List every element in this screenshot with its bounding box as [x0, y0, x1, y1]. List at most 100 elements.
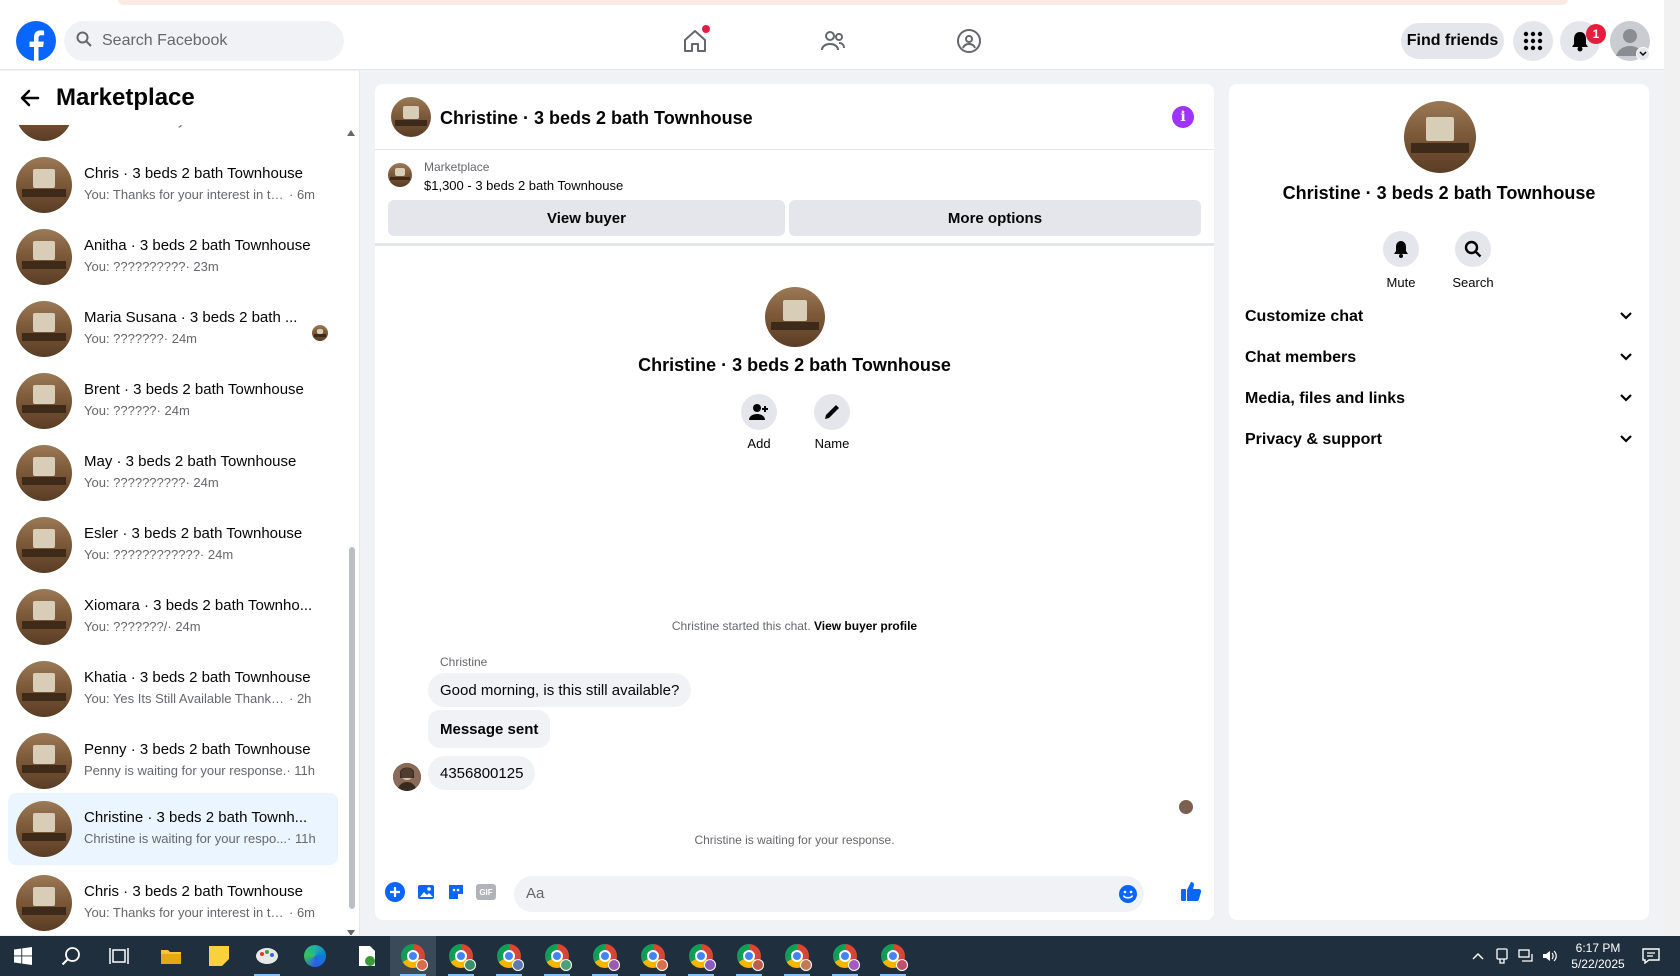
device-tray-icon[interactable]	[1492, 936, 1512, 976]
document-app-icon[interactable]	[344, 936, 390, 976]
show-hidden-icons-chevron-icon[interactable]	[1468, 936, 1488, 976]
message-input[interactable]: Aa	[514, 876, 1144, 912]
paint-app-icon[interactable]	[244, 936, 290, 976]
search-action[interactable]: Search	[1443, 231, 1503, 290]
scroll-up-arrow-icon[interactable]	[347, 123, 355, 141]
facebook-logo[interactable]	[16, 21, 56, 61]
sticker-icon[interactable]	[445, 881, 467, 903]
listing-thumbnail	[16, 733, 72, 789]
notification-center-icon[interactable]	[1636, 936, 1666, 976]
name-label: Name	[814, 436, 850, 451]
conversation-row[interactable]: Brent · 3 beds 2 bath Townhouse You: ???…	[8, 367, 338, 435]
conversation-row[interactable]: Anitha · 3 beds 2 bath Townhouse You: ??…	[8, 223, 338, 291]
add-people-action[interactable]: Add	[729, 394, 789, 451]
account-chevron-icon[interactable]	[1636, 47, 1650, 61]
chrome-profile-4-icon[interactable]	[534, 936, 580, 976]
conversation-row[interactable]: Maria Susana · 3 beds 2 bath ... You: ??…	[8, 295, 338, 363]
pencil-icon[interactable]	[814, 394, 850, 430]
message-bubble[interactable]: 4356800125	[428, 756, 536, 790]
windows-taskbar: 6:17 PM 5/22/2025	[0, 936, 1680, 976]
chrome-profile-11-icon[interactable]	[870, 936, 916, 976]
conversation-row[interactable]: May · 3 beds 2 bath Townhouse You: ?????…	[8, 439, 338, 507]
add-person-icon[interactable]	[741, 394, 777, 430]
sender-avatar[interactable]	[393, 763, 421, 791]
more-options-button[interactable]: More options	[789, 200, 1201, 236]
chrome-profile-8-icon[interactable]	[726, 936, 772, 976]
listing-thumbnail	[16, 445, 72, 501]
listing-thumbnail	[16, 229, 72, 285]
customize-chat-section[interactable]: Customize chat	[1245, 297, 1633, 337]
conversation-preview: You: Thanks for your interest in the...	[84, 187, 289, 202]
chrome-profile-2-icon[interactable]	[438, 936, 484, 976]
edge-browser-icon[interactable]	[292, 936, 338, 976]
conversation-time: · 11h	[286, 763, 315, 778]
scroll-down-arrow-icon[interactable]	[347, 923, 355, 935]
search-icon	[76, 31, 92, 52]
details-avatar[interactable]	[1404, 101, 1476, 173]
privacy-support-section[interactable]: Privacy & support	[1245, 420, 1633, 460]
chrome-profile-5-icon[interactable]	[582, 936, 628, 976]
conversation-row[interactable]: Chris · 3 beds 2 bath Townhouse You: Tha…	[8, 869, 338, 935]
menu-grid-icon[interactable]	[1513, 21, 1553, 61]
network-icon[interactable]	[1516, 936, 1536, 976]
sidebar-scrollbar-thumb[interactable]	[349, 547, 355, 909]
view-buyer-button[interactable]: View buyer	[388, 200, 785, 236]
home-notification-dot	[702, 25, 710, 33]
seen-avatar	[312, 325, 328, 341]
conversation-row[interactable]: Esler · 3 beds 2 bath Townhouse You: ???…	[8, 511, 338, 579]
chrome-profile-10-icon[interactable]	[822, 936, 868, 976]
info-icon[interactable]: i	[1172, 106, 1194, 128]
chrome-profile-9-icon[interactable]	[774, 936, 820, 976]
message-bubble[interactable]: Good morning, is this still available?	[428, 673, 692, 707]
chat-members-section[interactable]: Chat members	[1245, 338, 1633, 378]
listing-detail[interactable]: $1,300 - 3 beds 2 bath Townhouse	[424, 178, 623, 193]
listing-thumbnail	[16, 801, 72, 857]
message-bubble[interactable]: Message sent	[428, 710, 551, 748]
conversation-avatar[interactable]	[391, 97, 431, 137]
view-buyer-profile-link[interactable]: View buyer profile	[814, 619, 917, 633]
page-scrollbar[interactable]	[1664, 0, 1680, 936]
task-view-icon[interactable]	[96, 936, 142, 976]
bell-icon[interactable]	[1383, 231, 1419, 267]
photo-icon[interactable]	[415, 881, 437, 903]
media-files-links-section[interactable]: Media, files and links	[1245, 379, 1633, 419]
conversation-preview-line: Christine is waiting for your respo...· …	[84, 831, 324, 846]
conversation-time: · 11h	[287, 831, 316, 846]
search-box[interactable]: Search Facebook	[64, 21, 344, 61]
conversation-preview: You: ???????/	[84, 619, 168, 634]
thumbs-up-icon[interactable]	[1179, 879, 1203, 903]
chrome-profile-7-icon[interactable]	[678, 936, 724, 976]
gif-icon[interactable]: GIF	[475, 881, 497, 903]
search-icon[interactable]	[48, 936, 94, 976]
find-friends-button[interactable]: Find friends	[1401, 23, 1504, 59]
search-icon[interactable]	[1455, 231, 1491, 267]
emoji-icon[interactable]	[1118, 884, 1138, 904]
groups-icon[interactable]	[953, 25, 985, 57]
conversation-row[interactable]: Xiomara · 3 beds 2 bath Townho... You: ?…	[8, 583, 338, 651]
conversation-title: Christine · 3 beds 2 bath Townh...	[84, 809, 308, 826]
conversation-row-selected[interactable]: Christine · 3 beds 2 bath Townh... Chris…	[8, 793, 338, 865]
conversation-preview: You: Yes Its Still Available Thanks fo..…	[84, 691, 289, 706]
conversation-row[interactable]: Penny · 3 beds 2 bath Townhouse Penny is…	[8, 727, 338, 795]
chrome-profile-6-icon[interactable]	[630, 936, 676, 976]
chevron-down-icon	[1619, 349, 1633, 367]
mute-action[interactable]: Mute	[1371, 231, 1431, 290]
back-arrow-icon[interactable]	[20, 86, 44, 110]
sticky-notes-icon[interactable]	[196, 936, 242, 976]
friends-icon[interactable]	[817, 25, 849, 57]
conversation-title[interactable]: Christine · 3 beds 2 bath Townhouse	[440, 108, 753, 129]
system-clock[interactable]: 6:17 PM 5/22/2025	[1555, 940, 1641, 972]
conversation-row[interactable]: Khatia · 3 beds 2 bath Townhouse You: Ye…	[8, 655, 338, 723]
chat-started-notice: Christine started this chat. View buyer …	[375, 619, 1214, 633]
listing-thumbnail	[16, 373, 72, 429]
conversation-row[interactable]: Chris · 3 beds 2 bath Townhouse You: Tha…	[8, 151, 338, 219]
conversation-preview-line: You: ???????/· 24m	[84, 619, 324, 634]
plus-circle-icon[interactable]	[384, 881, 406, 903]
windows-start-icon[interactable]	[0, 936, 46, 976]
edit-name-action[interactable]: Name	[802, 394, 862, 451]
chrome-profile-3-icon[interactable]	[486, 936, 532, 976]
search-input[interactable]: Search Facebook	[102, 32, 227, 50]
chrome-profile-1-icon[interactable]	[390, 936, 436, 976]
file-explorer-icon[interactable]	[148, 936, 194, 976]
section-label: Chat members	[1245, 349, 1357, 366]
